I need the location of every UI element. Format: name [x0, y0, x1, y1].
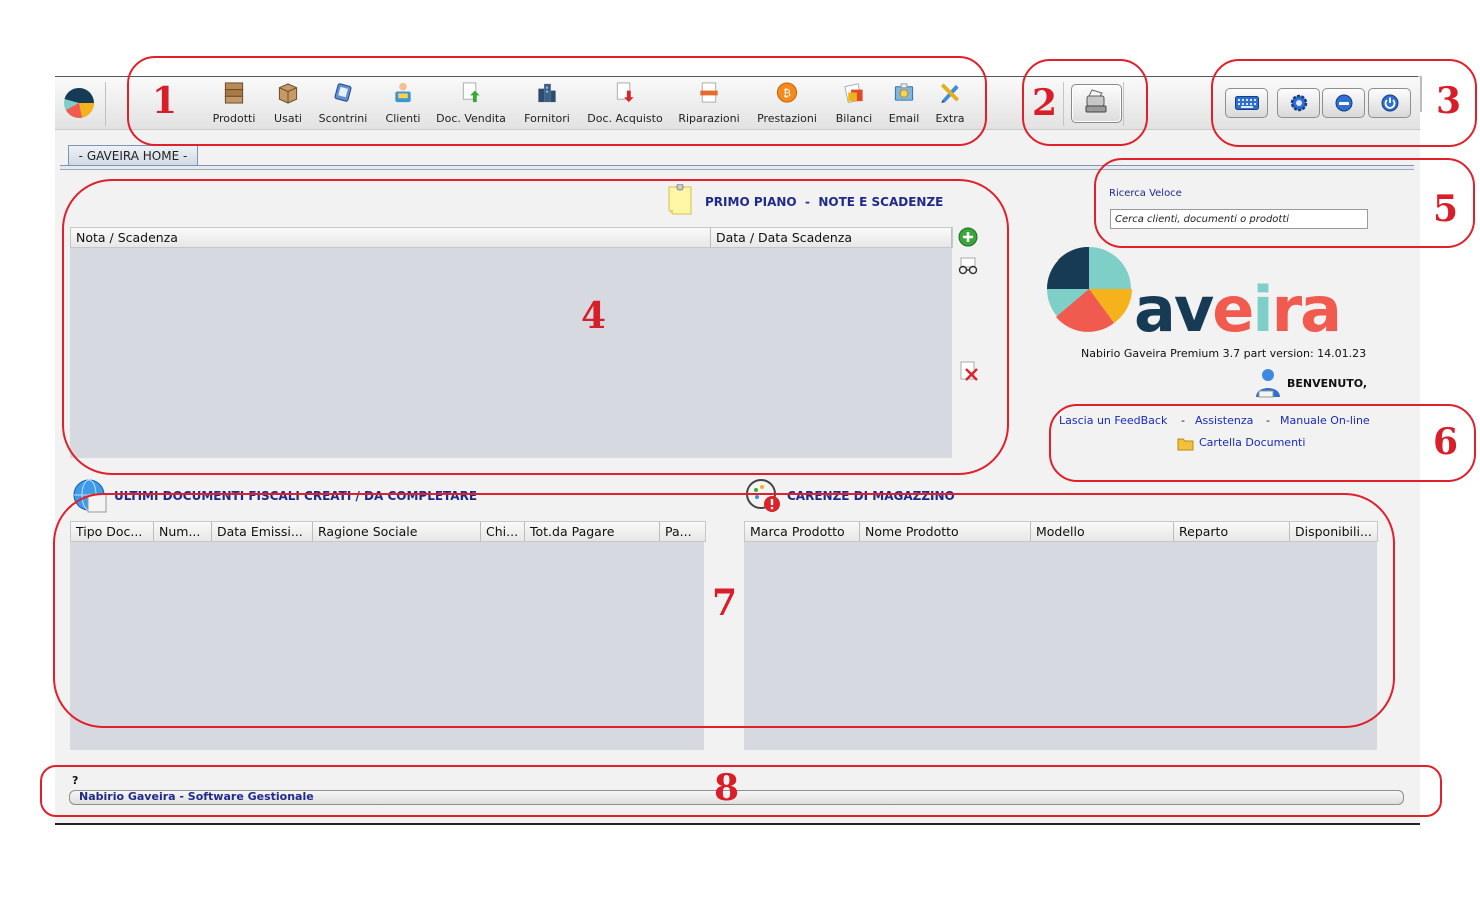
annotation-number-5: 5 — [1433, 188, 1459, 230]
annotation-number-2: 2 — [1032, 82, 1058, 124]
toolbar-separator — [105, 82, 106, 126]
logo-wordmark: aveira — [1134, 273, 1340, 337]
user-avatar-icon — [1256, 369, 1280, 398]
annotation-number-8: 8 — [714, 767, 740, 809]
annotation-number-1: 1 — [152, 80, 178, 122]
version-text: Nabirio Gaveira Premium 3.7 part version… — [1081, 347, 1367, 360]
annotation-box-6 — [1049, 404, 1476, 482]
welcome-text: BENVENUTO, — [1287, 377, 1368, 390]
annotation-box-1 — [127, 56, 987, 146]
annotation-box-5 — [1094, 158, 1475, 248]
annotation-number-6: 6 — [1433, 421, 1459, 463]
gaveira-logo: aveira — [1047, 247, 1342, 337]
annotation-number-3: 3 — [1436, 80, 1462, 122]
tab-gaveira-home[interactable]: - GAVEIRA HOME - — [68, 145, 198, 166]
app-logo-icon — [64, 87, 94, 118]
annotation-number-4: 4 — [581, 295, 607, 337]
annotation-number-7: 7 — [712, 582, 738, 624]
annotation-box-8 — [40, 765, 1442, 817]
annotation-box-4 — [62, 179, 1009, 475]
